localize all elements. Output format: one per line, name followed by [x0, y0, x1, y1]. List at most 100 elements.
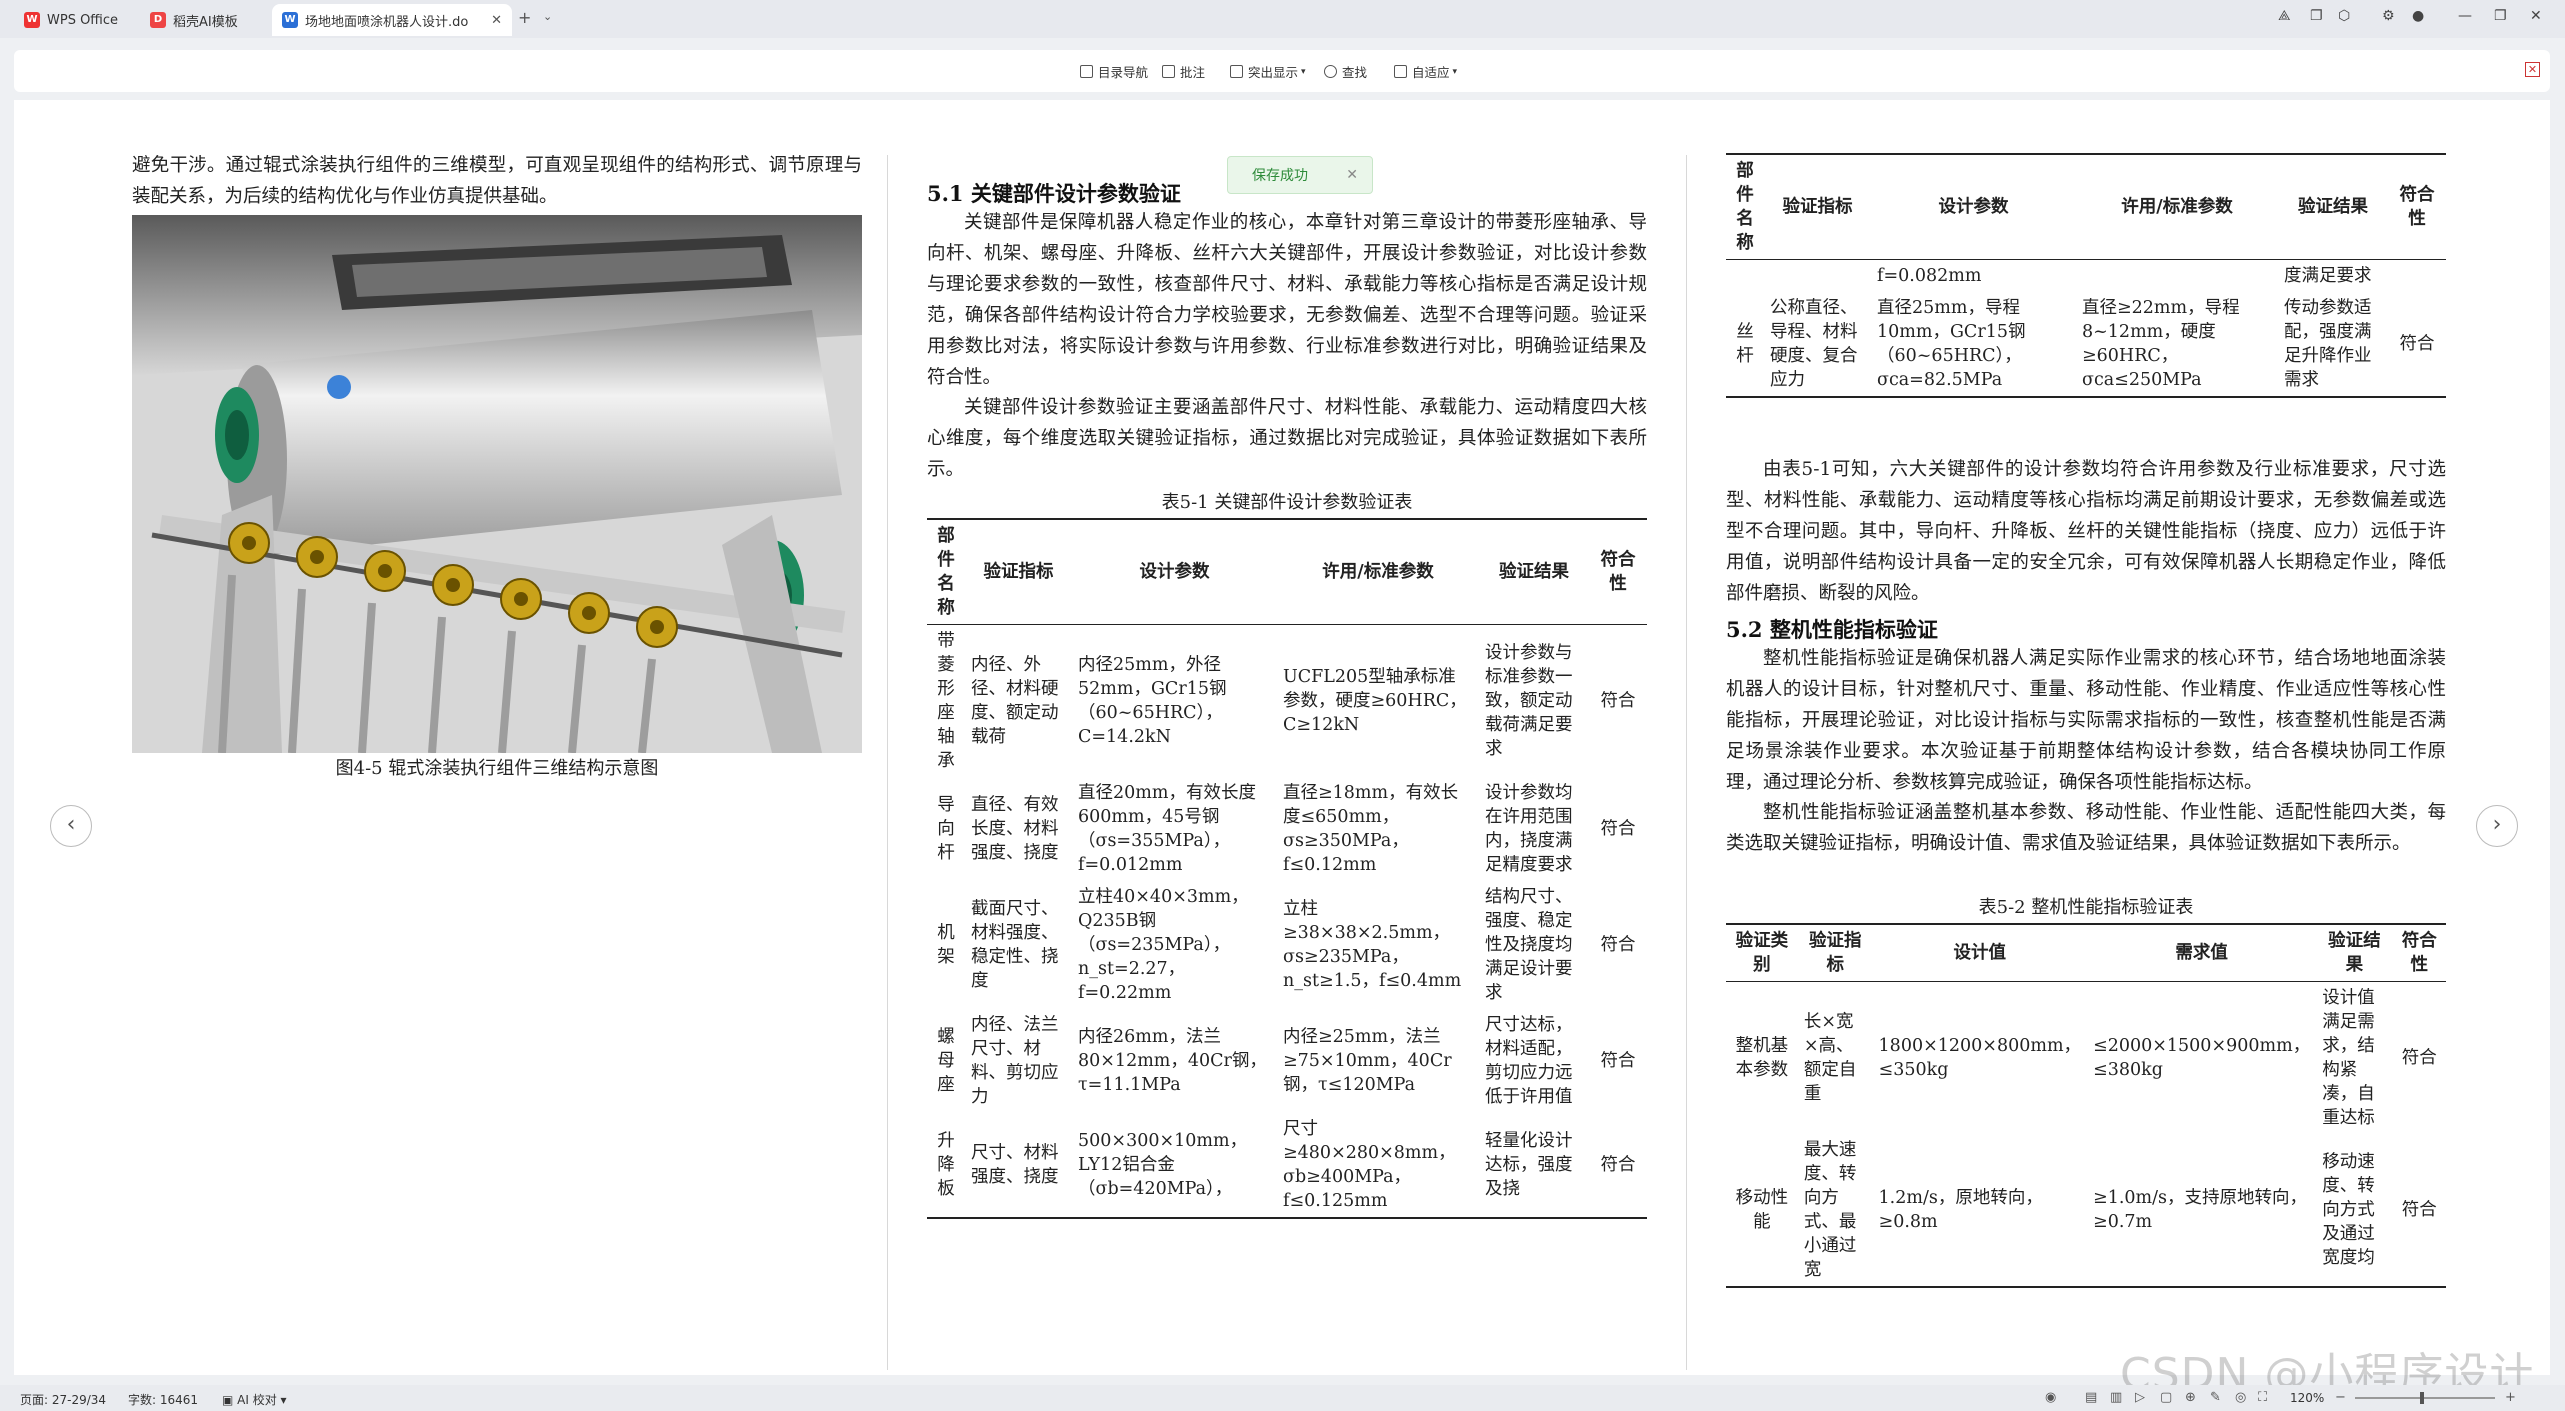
table-cell: 立柱≥38×38×2.5mm，σs≥235MPa，n_st≥1.5，f≤0.4m…	[1283, 899, 1462, 991]
fullscreen-icon[interactable]: ⛶	[2258, 1390, 2267, 1405]
table-cell: 直径≥22mm，导程8~12mm，硬度≥60HRC，σca≤250MPa	[2082, 298, 2240, 390]
table-header-cell: 符合性	[2401, 931, 2437, 975]
comment-icon	[1162, 65, 1175, 78]
table-row: 整机基本参数 长×宽×高、额定自重 1800×1200×800mm，≤350kg ≤2…	[1726, 982, 2446, 1135]
table-cell: 导向杆	[937, 795, 955, 863]
tab-label: WPS Office	[47, 12, 119, 28]
proofread-icon: ▣	[222, 1393, 238, 1407]
comment-button[interactable]: 批注	[1162, 62, 1205, 81]
fit-label: 自适应	[1412, 65, 1450, 80]
table-header-cell: 需求值	[2175, 943, 2228, 963]
pen-icon[interactable]: ✎	[2210, 1390, 2221, 1405]
outline-view-icon[interactable]: ▥	[2110, 1390, 2122, 1405]
table-cell: 螺母座	[937, 1027, 955, 1095]
reading-view-icon[interactable]: ▢	[2160, 1390, 2172, 1405]
close-window-button[interactable]: ✕	[2530, 8, 2542, 24]
page3-paragraph-1: 由表5-1可知，六大关键部件的设计参数均符合许用参数及行业标准要求，尺寸选型、材…	[1726, 459, 2446, 604]
roller-assembly-3d-figure	[132, 215, 862, 753]
page-view-icon[interactable]: ▤	[2085, 1390, 2097, 1405]
table-header-cell: 符合性	[1600, 550, 1636, 594]
table-row: 导向杆 直径、有效长度、材料强度、挠度 直径20mm，有效长度600mm，45号钢（…	[927, 777, 1647, 881]
table-cell	[1726, 260, 1764, 293]
fit-page-icon	[1394, 65, 1407, 78]
zoom-slider[interactable]	[2355, 1397, 2495, 1399]
find-button[interactable]: 查找	[1324, 62, 1367, 81]
ai-icon[interactable]: ⟁	[2278, 8, 2291, 24]
ai-proofread-label: AI 校对	[237, 1393, 277, 1407]
window-tile-icon[interactable]: ❐	[2310, 8, 2323, 24]
tab-wps-office[interactable]: W WPS Office	[14, 4, 144, 36]
cube-icon[interactable]: ⬡	[2338, 8, 2350, 24]
zoom-slider-thumb[interactable]	[2420, 1392, 2424, 1404]
table-cell: 符合	[1600, 935, 1636, 955]
table-cell: 尺寸达标，材料适配，剪切应力远低于许用值	[1485, 1015, 1573, 1107]
section-heading-5-2: 5.2 整机性能指标验证	[1726, 617, 1938, 642]
table-cell: 内径、外径、材料硬度、额定动载荷	[971, 655, 1059, 747]
tab-label: 场地地面喷涂机器人设计.do	[305, 14, 469, 30]
table-cell: 直径20mm，有效长度600mm，45号钢（σs=355MPa），f=0.012…	[1078, 783, 1256, 875]
table-cell: 内径≥25mm，法兰≥75×10mm，40Cr钢，τ≤120MPa	[1283, 1027, 1452, 1095]
chevron-down-icon: ▾	[1301, 66, 1306, 77]
table-cell: 设计参数均在许用范围内，挠度满足精度要求	[1485, 783, 1573, 875]
close-tab-icon[interactable]: ✕	[491, 13, 502, 28]
table-5-1: 部件名称 验证指标 设计参数 许用/标准参数 验证结果 符合性 带菱形座轴承 内径、外径、材…	[927, 518, 1647, 1219]
list-icon	[1080, 65, 1093, 78]
toc-nav-label: 目录导航	[1098, 65, 1149, 80]
exit-reading-mode-button[interactable]: ✕	[2525, 62, 2540, 77]
table-cell: ≥1.0m/s，支持原地转向，≥0.7m	[2093, 1188, 2308, 1232]
avatar[interactable]: ●	[2412, 8, 2424, 24]
table-cell	[2388, 260, 2446, 293]
ai-proofread-button[interactable]: ▣ AI 校对 ▾	[222, 1391, 287, 1408]
next-page-button[interactable]: ›	[2476, 805, 2518, 847]
table-cell: 机架	[937, 923, 955, 967]
table-cell: 最大速度、转向方式、最小通过宽	[1803, 1140, 1857, 1280]
table-5-2: 验证类别 验证指标 设计值 需求值 验证结果 符合性 整机基本参数 长×宽×高、额定自重 18…	[1726, 923, 2446, 1288]
zoom-in-button[interactable]: +	[2505, 1390, 2516, 1405]
table-cell: UCFL205型轴承标准参数，硬度≥60HRC，C≥12kN	[1283, 667, 1467, 735]
figure-caption: 图4-5 辊式涂装执行组件三维结构示意图	[335, 758, 659, 779]
word-doc-icon: W	[282, 12, 298, 28]
zoom-out-button[interactable]: −	[2335, 1390, 2346, 1405]
previous-page-button[interactable]: ‹	[50, 805, 92, 847]
tab-docer-templates[interactable]: D 稻壳AI模板	[140, 4, 268, 36]
toc-nav-button[interactable]: 目录导航	[1080, 62, 1148, 81]
highlight-button[interactable]: 突出显示 ▾	[1230, 62, 1306, 81]
fit-button[interactable]: 自适应 ▾	[1394, 62, 1457, 81]
table-header-cell: 验证类别	[1735, 931, 1789, 975]
settings-icon[interactable]: ⚙	[2382, 8, 2395, 24]
document-viewport[interactable]: 避免干涉。通过辊式涂装执行组件的三维模型，可直观呈现组件的结构形式、调节原理与装…	[14, 100, 2550, 1375]
table-row: 升降板 尺寸、材料强度、挠度 500×300×10mm，LY12铝合金（σb=420…	[927, 1113, 1647, 1218]
table-header-cell: 设计参数	[1139, 562, 1210, 582]
eye-icon[interactable]: ◉	[2045, 1390, 2056, 1405]
restore-button[interactable]: ❐	[2494, 8, 2507, 24]
play-icon[interactable]: ▷	[2135, 1390, 2145, 1405]
table-cell: 立柱40×40×3mm，Q235B钢（σs=235MPa），n_st=2.27，…	[1078, 887, 1249, 1003]
table-header-cell: 符合性	[2399, 185, 2435, 229]
table-cell: 直径、有效长度、材料强度、挠度	[971, 795, 1059, 863]
table-cell: 符合	[2399, 334, 2435, 354]
page2-paragraph-2: 关键部件设计参数验证主要涵盖部件尺寸、材料性能、承载能力、运动精度四大核心维度，…	[927, 397, 1647, 480]
page2-paragraph-1: 关键部件是保障机器人稳定作业的核心，本章针对第三章设计的带菱形座轴承、导向杆、机…	[927, 212, 1647, 388]
table-header-cell: 部件名称	[937, 526, 955, 618]
table-cell: 符合	[1600, 1051, 1636, 1071]
new-tab-button[interactable]: +	[518, 8, 531, 27]
web-view-icon[interactable]: ⊕	[2185, 1390, 2196, 1405]
find-label: 查找	[1342, 65, 1368, 80]
page-divider	[1686, 155, 1687, 1370]
zoom-level[interactable]: 120%	[2290, 1391, 2324, 1405]
table-cell: 直径25mm，导程10mm，GCr15钢（60~65HRC），σca=82.5M…	[1877, 298, 2026, 390]
table-cell: 500×300×10mm，LY12铝合金（σb=420MPa），	[1078, 1131, 1248, 1199]
table-cell: 符合	[1600, 1155, 1636, 1175]
minimize-button[interactable]: —	[2458, 8, 2472, 24]
table-header-cell: 设计值	[1953, 943, 2007, 963]
chevron-down-icon: ▾	[1452, 66, 1458, 77]
search-icon	[1324, 65, 1337, 78]
eye-protect-icon[interactable]: ◎	[2235, 1390, 2246, 1405]
chevron-down-icon[interactable]: ⌄	[543, 10, 552, 23]
tab-active-document[interactable]: W 场地地面喷涂机器人设计.do ✕	[272, 4, 512, 36]
close-toast-icon[interactable]: ✕	[1346, 167, 1358, 183]
word-count[interactable]: 字数: 16461	[128, 1391, 198, 1408]
page-indicator[interactable]: 页面: 27-29/34	[20, 1391, 106, 1408]
hotspot-marker[interactable]	[327, 375, 351, 399]
highlight-label: 突出显示	[1248, 65, 1299, 80]
